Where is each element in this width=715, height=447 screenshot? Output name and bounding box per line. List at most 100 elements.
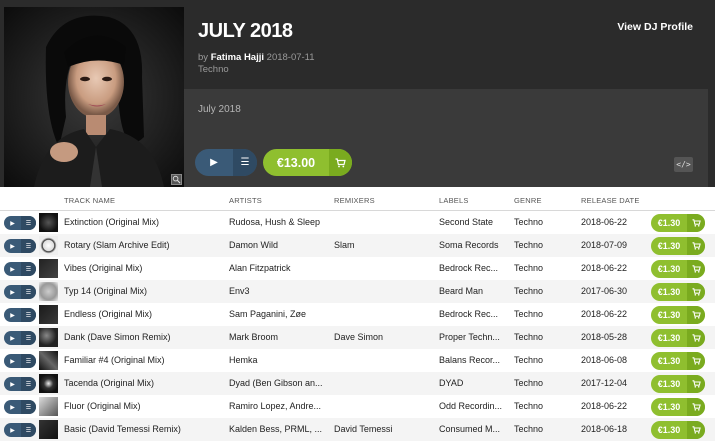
track-genre[interactable]: Techno xyxy=(514,332,574,342)
play-all-button[interactable]: ▶ xyxy=(195,149,233,176)
track-artists[interactable]: Damon Wild xyxy=(229,240,329,250)
play-icon[interactable]: ▶ xyxy=(4,308,21,322)
track-buy-button[interactable]: €1.30 xyxy=(651,306,705,324)
track-artwork-thumbnail[interactable] xyxy=(39,259,58,278)
cart-icon[interactable] xyxy=(687,306,705,324)
track-row[interactable]: ▶ ☰ Vibes (Original Mix) Alan Fitzpatrick Be… xyxy=(0,257,715,280)
track-name[interactable]: Fluor (Original Mix) xyxy=(64,401,224,411)
track-artwork-thumbnail[interactable] xyxy=(39,282,58,301)
track-label[interactable]: Bedrock Rec... xyxy=(439,309,509,319)
track-artwork-thumbnail[interactable] xyxy=(39,351,58,370)
track-row[interactable]: ▶ ☰ Typ 14 (Original Mix) Env3 Beard Man Tech… xyxy=(0,280,715,303)
track-row[interactable]: ▶ ☰ Tacenda (Original Mix) Dyad (Ben Gibson… xyxy=(0,372,715,395)
track-row[interactable]: ▶ ☰ Fluor (Original Mix) Ramiro Lopez, Andr… xyxy=(0,395,715,418)
track-artists[interactable]: Rudosa, Hush & Sleep xyxy=(229,217,329,227)
play-icon[interactable]: ▶ xyxy=(4,400,21,414)
track-row[interactable]: ▶ ☰ Rotary (Slam Archive Edit) Damon Wild Sl… xyxy=(0,234,715,257)
embed-icon[interactable]: </> xyxy=(674,157,693,172)
track-row[interactable]: ▶ ☰ Extinction (Original Mix) Rudosa, Hush … xyxy=(0,211,715,234)
col-remixers[interactable]: REMIXERS xyxy=(334,196,375,205)
track-genre[interactable]: Techno xyxy=(514,424,574,434)
col-track-name[interactable]: TRACK NAME xyxy=(64,196,115,205)
track-artwork-thumbnail[interactable] xyxy=(39,305,58,324)
cart-icon[interactable] xyxy=(687,260,705,278)
track-buy-button[interactable]: €1.30 xyxy=(651,352,705,370)
play-icon[interactable]: ▶ xyxy=(4,354,21,368)
cart-icon[interactable] xyxy=(687,421,705,439)
track-artists[interactable]: Kalden Bess, PRML, ... xyxy=(229,424,329,434)
track-name[interactable]: Typ 14 (Original Mix) xyxy=(64,286,224,296)
track-artwork-thumbnail[interactable] xyxy=(39,236,58,255)
track-remixers[interactable]: Slam xyxy=(334,240,434,250)
track-name[interactable]: Basic (David Temessi Remix) xyxy=(64,424,224,434)
track-remixers[interactable]: David Temessi xyxy=(334,424,434,434)
track-label[interactable]: Soma Records xyxy=(439,240,509,250)
track-genre[interactable]: Techno xyxy=(514,378,574,388)
track-name[interactable]: Tacenda (Original Mix) xyxy=(64,378,224,388)
play-icon[interactable]: ▶ xyxy=(4,239,21,253)
track-label[interactable]: Odd Recordin... xyxy=(439,401,509,411)
track-genre[interactable]: Techno xyxy=(514,217,574,227)
track-name[interactable]: Rotary (Slam Archive Edit) xyxy=(64,240,224,250)
track-artwork-thumbnail[interactable] xyxy=(39,374,58,393)
play-icon[interactable]: ▶ xyxy=(4,216,21,230)
track-artists[interactable]: Dyad (Ben Gibson an... xyxy=(229,378,329,388)
track-buy-button[interactable]: €1.30 xyxy=(651,421,705,439)
buy-release-button[interactable]: €13.00 xyxy=(263,149,352,176)
queue-icon[interactable]: ☰ xyxy=(21,377,36,391)
track-genre[interactable]: Techno xyxy=(514,355,574,365)
track-artwork-thumbnail[interactable] xyxy=(39,420,58,439)
track-artists[interactable]: Hemka xyxy=(229,355,329,365)
queue-icon[interactable]: ☰ xyxy=(21,216,36,230)
zoom-icon[interactable] xyxy=(171,174,182,185)
col-genre[interactable]: GENRE xyxy=(514,196,542,205)
queue-icon[interactable]: ☰ xyxy=(21,308,36,322)
track-label[interactable]: Bedrock Rec... xyxy=(439,263,509,273)
track-row[interactable]: ▶ ☰ Basic (David Temessi Remix) Kalden Bess… xyxy=(0,418,715,441)
col-labels[interactable]: LABELS xyxy=(439,196,469,205)
queue-icon[interactable]: ☰ xyxy=(21,285,36,299)
track-buy-button[interactable]: €1.30 xyxy=(651,214,705,232)
track-label[interactable]: Second State xyxy=(439,217,509,227)
track-artists[interactable]: Mark Broom xyxy=(229,332,329,342)
track-buy-button[interactable]: €1.30 xyxy=(651,283,705,301)
track-row[interactable]: ▶ ☰ Endless (Original Mix) Sam Paganini, Zø… xyxy=(0,303,715,326)
queue-icon[interactable]: ☰ xyxy=(21,423,36,437)
release-author-link[interactable]: Fatima Hajji xyxy=(211,52,264,63)
track-name[interactable]: Vibes (Original Mix) xyxy=(64,263,224,273)
track-label[interactable]: Beard Man xyxy=(439,286,509,296)
cart-icon[interactable] xyxy=(687,329,705,347)
queue-icon[interactable]: ☰ xyxy=(21,331,36,345)
track-name[interactable]: Extinction (Original Mix) xyxy=(64,217,224,227)
release-genre[interactable]: Techno xyxy=(198,64,229,75)
queue-icon[interactable]: ☰ xyxy=(21,400,36,414)
cart-icon[interactable] xyxy=(687,398,705,416)
track-buy-button[interactable]: €1.30 xyxy=(651,260,705,278)
track-buy-button[interactable]: €1.30 xyxy=(651,237,705,255)
track-row[interactable]: ▶ ☰ Dank (Dave Simon Remix) Mark Broom Dave … xyxy=(0,326,715,349)
track-genre[interactable]: Techno xyxy=(514,286,574,296)
track-artwork-thumbnail[interactable] xyxy=(39,328,58,347)
track-artists[interactable]: Ramiro Lopez, Andre... xyxy=(229,401,329,411)
cart-icon[interactable] xyxy=(687,237,705,255)
track-genre[interactable]: Techno xyxy=(514,263,574,273)
track-buy-button[interactable]: €1.30 xyxy=(651,398,705,416)
play-icon[interactable]: ▶ xyxy=(4,377,21,391)
track-artists[interactable]: Env3 xyxy=(229,286,329,296)
cart-icon[interactable] xyxy=(687,375,705,393)
track-artwork-thumbnail[interactable] xyxy=(39,213,58,232)
play-icon[interactable]: ▶ xyxy=(4,262,21,276)
track-genre[interactable]: Techno xyxy=(514,401,574,411)
view-dj-profile-link[interactable]: View DJ Profile xyxy=(617,21,693,33)
release-artwork[interactable] xyxy=(4,7,184,187)
track-artwork-thumbnail[interactable] xyxy=(39,397,58,416)
col-release-date[interactable]: RELEASE DATE xyxy=(581,196,640,205)
cart-icon[interactable] xyxy=(687,352,705,370)
track-genre[interactable]: Techno xyxy=(514,240,574,250)
play-icon[interactable]: ▶ xyxy=(4,331,21,345)
cart-icon[interactable] xyxy=(687,214,705,232)
track-remixers[interactable]: Dave Simon xyxy=(334,332,434,342)
play-icon[interactable]: ▶ xyxy=(4,285,21,299)
track-label[interactable]: Consumed M... xyxy=(439,424,509,434)
track-row[interactable]: ▶ ☰ Familiar #4 (Original Mix) Hemka Balans … xyxy=(0,349,715,372)
